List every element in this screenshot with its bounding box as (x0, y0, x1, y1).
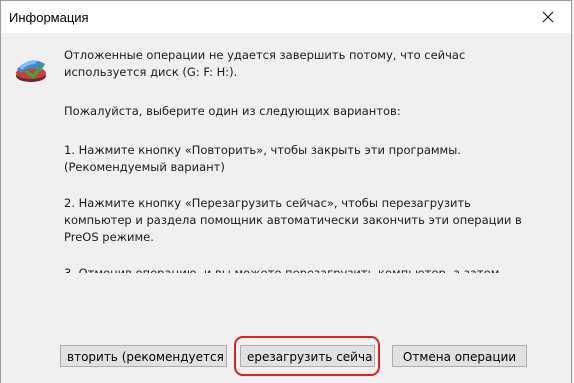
message-line: используется диск (G: F: H:). (64, 65, 238, 79)
highlight-annotation (234, 336, 380, 376)
close-icon (542, 11, 554, 23)
option-3: 3. Отменив операцию, и вы можете перезаг… (64, 266, 500, 273)
window-title: Информация (9, 10, 89, 25)
retry-button[interactable]: вторить (рекомендуется (60, 345, 227, 367)
message-text: Отложенные операции не удается завершить… (64, 47, 544, 273)
option-1: 1. Нажмите кнопку «Повторить», чтобы зак… (64, 143, 461, 157)
message-line: Отложенные операции не удается завершить… (64, 48, 466, 62)
option-1-note: (Рекомендуемый вариант) (64, 160, 225, 174)
option-2-cont: компьютер и раздела помощник автоматичес… (64, 213, 522, 227)
options-prompt: Пожалуйста, выберите один из следующих в… (64, 104, 401, 118)
partition-wizard-disk-icon (16, 60, 46, 82)
option-2: 2. Нажмите кнопку «Перезагрузить сейчас»… (64, 196, 471, 210)
title-bar: Информация (0, 0, 572, 33)
option-2-cont: PreOS режиме. (64, 230, 154, 244)
cancel-operation-button[interactable]: Отмена операции (392, 345, 527, 367)
close-button[interactable] (525, 1, 571, 33)
